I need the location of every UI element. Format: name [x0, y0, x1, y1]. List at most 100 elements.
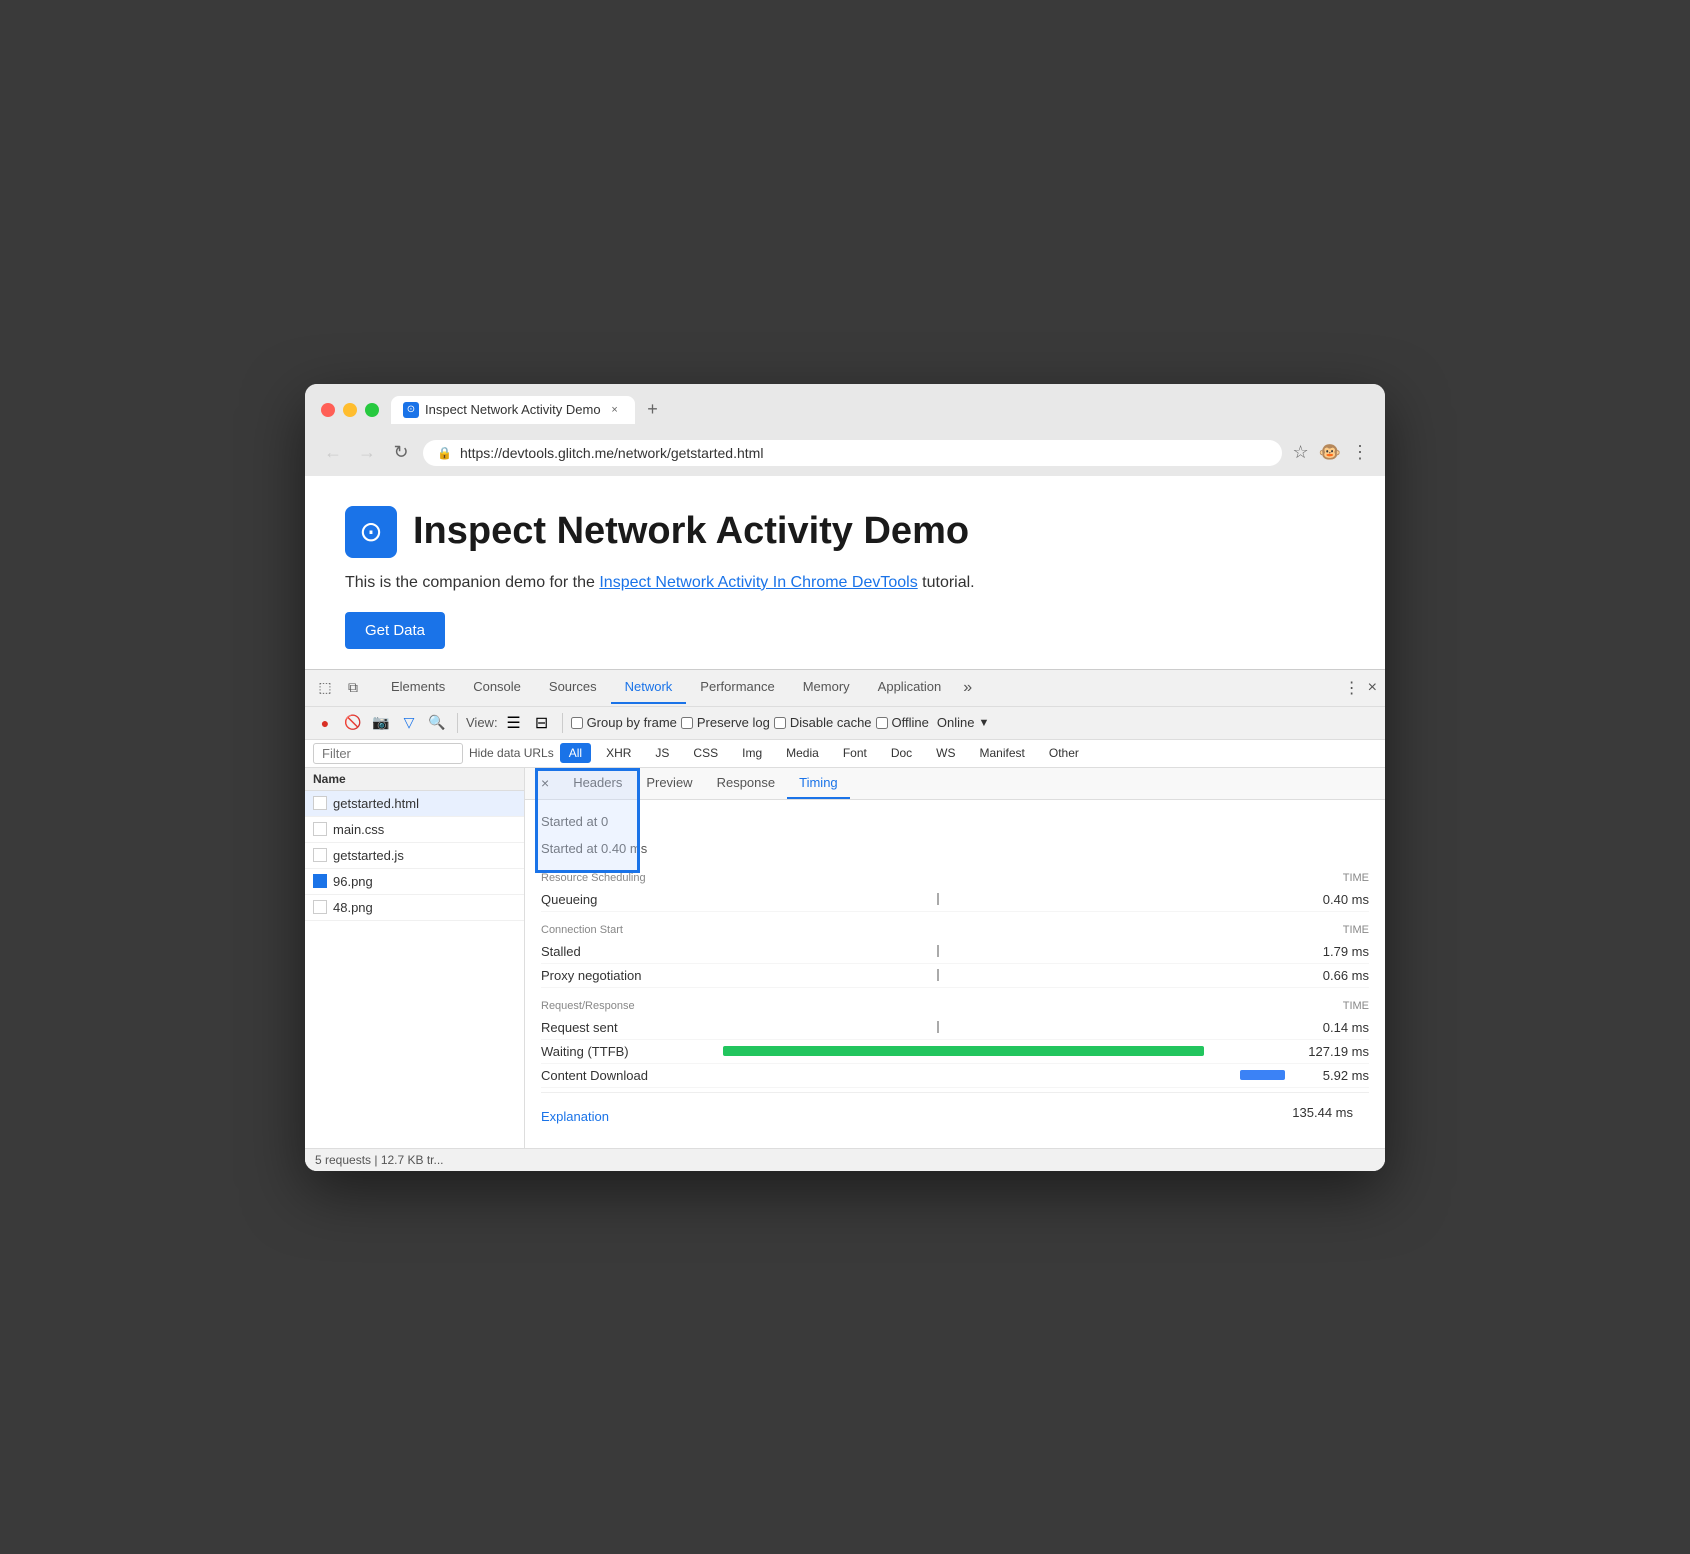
- list-item[interactable]: main.css: [305, 817, 524, 843]
- devtools-menu-icon[interactable]: ⋮: [1344, 678, 1360, 698]
- network-main-panel: Name getstarted.html main.css getstarted…: [305, 768, 1385, 1148]
- page-description: This is the companion demo for the Inspe…: [345, 574, 1345, 592]
- devtools-tabs: Elements Console Sources Network Perform…: [377, 671, 1344, 704]
- filter-font-button[interactable]: Font: [834, 743, 876, 763]
- maximize-traffic-light[interactable]: [365, 403, 379, 417]
- timing-tabs: × Headers Preview Response Timing: [525, 768, 1385, 800]
- tab-console[interactable]: Console: [459, 671, 535, 704]
- section-name: Connection Start: [541, 924, 623, 936]
- disable-cache-checkbox[interactable]: [774, 717, 786, 729]
- star-icon[interactable]: ☆: [1292, 442, 1308, 463]
- timing-row-content-download: Content Download 5.92 ms: [541, 1064, 1369, 1088]
- row-name: Content Download: [541, 1068, 721, 1083]
- row-time: 0.66 ms: [1289, 968, 1369, 983]
- bar-indicator: [937, 1021, 939, 1033]
- minimize-traffic-light[interactable]: [343, 403, 357, 417]
- row-name: Request sent: [541, 1020, 721, 1035]
- page-header: ⊙ Inspect Network Activity Demo: [345, 506, 1345, 558]
- filter-input[interactable]: [313, 743, 463, 764]
- list-item[interactable]: 96.png: [305, 869, 524, 895]
- tab-headers[interactable]: Headers: [561, 768, 634, 799]
- list-item[interactable]: getstarted.html: [305, 791, 524, 817]
- filter-js-button[interactable]: JS: [646, 743, 678, 763]
- large-rows-icon[interactable]: ⊟: [530, 711, 554, 735]
- devtools-link[interactable]: Inspect Network Activity In Chrome DevTo…: [599, 574, 917, 591]
- disable-cache-group: Disable cache: [774, 715, 872, 730]
- inspect-element-icon[interactable]: ⬚: [313, 676, 337, 700]
- resource-scheduling-section: Resource Scheduling TIME Queueing 0.40 m…: [541, 872, 1369, 912]
- record-button[interactable]: ●: [313, 711, 337, 735]
- time-header: TIME: [1343, 924, 1369, 936]
- status-bar: 5 requests | 12.7 KB tr...: [305, 1148, 1385, 1171]
- file-icon-getstarted-js: [313, 848, 327, 862]
- filter-other-button[interactable]: Other: [1040, 743, 1088, 763]
- tab-network[interactable]: Network: [611, 671, 687, 704]
- row-bar: [721, 1045, 1289, 1057]
- file-icon-48png: [313, 900, 327, 914]
- network-toolbar: ● 🚫 📷 ▽ 🔍 View: ☰ ⊟ Group by frame Prese…: [305, 707, 1385, 740]
- reload-button[interactable]: ↻: [389, 442, 413, 463]
- toolbar-divider: [457, 713, 458, 733]
- device-toolbar-icon[interactable]: ⧉: [341, 676, 365, 700]
- offline-group: Offline Online ▼: [876, 715, 990, 730]
- online-dropdown-icon[interactable]: ▼: [978, 717, 989, 729]
- explanation-row: Explanation 135.44 ms: [541, 1092, 1369, 1132]
- filter-img-button[interactable]: Img: [733, 743, 771, 763]
- tab-preview[interactable]: Preview: [634, 768, 704, 799]
- bar-indicator: [937, 945, 939, 957]
- more-tabs-button[interactable]: »: [955, 675, 980, 701]
- row-name: Queueing: [541, 892, 721, 907]
- filter-css-button[interactable]: CSS: [684, 743, 727, 763]
- screenshot-button[interactable]: 📷: [369, 711, 393, 735]
- filter-bar: Hide data URLs All XHR JS CSS Img Media …: [305, 740, 1385, 768]
- tab-sources[interactable]: Sources: [535, 671, 611, 704]
- close-traffic-light[interactable]: [321, 403, 335, 417]
- row-bar: [721, 969, 1289, 981]
- row-time: 5.92 ms: [1289, 1068, 1369, 1083]
- filter-media-button[interactable]: Media: [777, 743, 828, 763]
- filter-xhr-button[interactable]: XHR: [597, 743, 640, 763]
- address-actions: ☆ 🐵 ⋮: [1292, 442, 1369, 463]
- filter-icon[interactable]: ▽: [397, 711, 421, 735]
- filter-doc-button[interactable]: Doc: [882, 743, 921, 763]
- list-item[interactable]: getstarted.js: [305, 843, 524, 869]
- time-header: TIME: [1343, 872, 1369, 884]
- back-button[interactable]: ←: [321, 442, 345, 463]
- row-time: 0.14 ms: [1289, 1020, 1369, 1035]
- browser-tab[interactable]: ⊙ Inspect Network Activity Demo ×: [391, 396, 635, 424]
- url-bar[interactable]: 🔒 https://devtools.glitch.me/network/get…: [423, 440, 1282, 466]
- tab-performance[interactable]: Performance: [686, 671, 788, 704]
- clear-button[interactable]: 🚫: [341, 711, 365, 735]
- user-icon[interactable]: 🐵: [1319, 442, 1341, 463]
- tab-memory[interactable]: Memory: [789, 671, 864, 704]
- filter-all-button[interactable]: All: [560, 743, 591, 763]
- forward-button[interactable]: →: [355, 442, 379, 463]
- filter-manifest-button[interactable]: Manifest: [971, 743, 1034, 763]
- section-name: Resource Scheduling: [541, 872, 646, 884]
- filter-ws-button[interactable]: WS: [927, 743, 964, 763]
- group-by-frame-checkbox[interactable]: [571, 717, 583, 729]
- timing-close-button[interactable]: ×: [533, 771, 557, 795]
- search-icon[interactable]: 🔍: [425, 711, 449, 735]
- tab-application[interactable]: Application: [864, 671, 956, 704]
- menu-icon[interactable]: ⋮: [1351, 442, 1369, 463]
- tab-timing[interactable]: Timing: [787, 768, 850, 799]
- timing-row-ttfb: Waiting (TTFB) 127.19 ms: [541, 1040, 1369, 1064]
- new-tab-button[interactable]: +: [639, 396, 667, 424]
- timing-row-queueing: Queueing 0.40 ms: [541, 888, 1369, 912]
- list-view-icon[interactable]: ☰: [502, 711, 526, 735]
- resource-scheduling-header: Resource Scheduling TIME: [541, 872, 1369, 884]
- list-item[interactable]: 48.png: [305, 895, 524, 921]
- get-data-button[interactable]: Get Data: [345, 612, 445, 649]
- explanation-link[interactable]: Explanation: [541, 1109, 609, 1124]
- disable-cache-label: Disable cache: [790, 715, 872, 730]
- devtools-close-icon[interactable]: ×: [1368, 679, 1377, 697]
- url-text: https://devtools.glitch.me/network/getst…: [460, 445, 763, 461]
- offline-checkbox[interactable]: [876, 717, 888, 729]
- tab-response[interactable]: Response: [705, 768, 788, 799]
- address-bar: ← → ↻ 🔒 https://devtools.glitch.me/netwo…: [305, 432, 1385, 476]
- row-time: 0.40 ms: [1289, 892, 1369, 907]
- preserve-log-checkbox[interactable]: [681, 717, 693, 729]
- tab-close-button[interactable]: ×: [607, 402, 623, 418]
- tab-elements[interactable]: Elements: [377, 671, 459, 704]
